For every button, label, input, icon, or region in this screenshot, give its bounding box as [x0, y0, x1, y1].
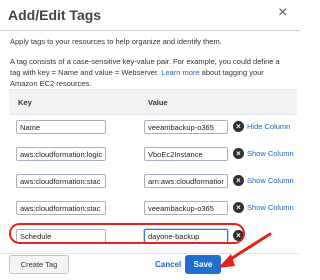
tag-key-input[interactable] — [16, 174, 106, 188]
tag-key-input[interactable] — [16, 147, 106, 161]
tag-value-input[interactable] — [144, 120, 228, 134]
tag-row: × Show Column — [9, 169, 297, 195]
show-column-link[interactable]: Show Column — [247, 149, 294, 158]
learn-more-link[interactable]: Learn more — [161, 68, 199, 77]
tag-row: × Hide Column — [9, 115, 297, 141]
show-column-link[interactable]: Show Column — [247, 203, 294, 212]
footer-divider — [0, 253, 300, 254]
tag-value-input[interactable] — [144, 174, 228, 188]
close-icon[interactable]: × — [278, 5, 292, 21]
tag-value-input[interactable] — [144, 201, 228, 215]
table-header: Key Value — [9, 89, 297, 115]
cancel-button[interactable]: Cancel — [155, 260, 181, 269]
key-column-header: Key — [18, 98, 32, 107]
dialog-title: Add/Edit Tags — [8, 7, 102, 23]
create-tag-button[interactable]: Create Tag — [9, 255, 69, 274]
intro-text: Apply tags to your resources to help org… — [10, 37, 222, 46]
save-button[interactable]: Save — [185, 255, 221, 274]
info-text: A tag consists of a case-sensitive key-v… — [10, 56, 292, 89]
tag-key-input[interactable] — [16, 120, 106, 134]
delete-tag-icon[interactable]: × — [233, 121, 244, 132]
tag-value-input[interactable] — [144, 147, 228, 161]
tag-key-input[interactable] — [16, 201, 106, 215]
dialog-header: Add/Edit Tags × — [0, 0, 300, 31]
delete-tag-icon[interactable]: × — [233, 148, 244, 159]
delete-tag-icon[interactable]: × — [233, 202, 244, 213]
highlight-annotation — [9, 223, 245, 244]
tag-row: × Show Column — [9, 196, 297, 222]
show-column-link[interactable]: Show Column — [247, 176, 294, 185]
hide-column-link[interactable]: Hide Column — [247, 122, 290, 131]
delete-tag-icon[interactable]: × — [233, 175, 244, 186]
value-column-header: Value — [148, 98, 168, 107]
tag-row: × Show Column — [9, 142, 297, 168]
